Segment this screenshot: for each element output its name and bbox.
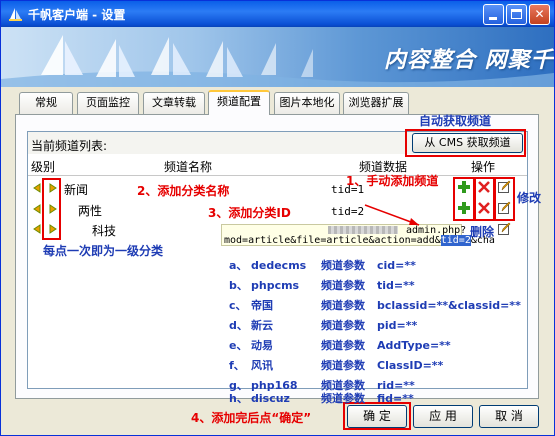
param-cms: 动易 bbox=[251, 339, 273, 352]
apply-button[interactable]: 应 用 bbox=[413, 405, 473, 428]
settings-window: 千帆客户端 - 设置 ✕ 内容整合 网聚千 常规 页面监控 文章转载 频道配置 … bbox=[0, 0, 555, 436]
cancel-button[interactable]: 取 消 bbox=[479, 405, 539, 428]
param-prefix: h、 bbox=[229, 392, 248, 405]
param-prefix: f、 bbox=[229, 359, 245, 372]
channel-list-label: 当前频道列表: bbox=[31, 139, 108, 153]
param-value: cid=** bbox=[377, 259, 416, 272]
annotation-delete: 删除 bbox=[470, 225, 495, 239]
tooltip-line-2: mod=article&file=article&action=add&tid=… bbox=[224, 235, 495, 246]
param-value: pid=** bbox=[377, 319, 418, 332]
annotation-arrow bbox=[364, 204, 420, 226]
param-label: 频道参数 bbox=[321, 279, 365, 292]
param-row: d、 新云 频道参数 pid=** bbox=[229, 317, 417, 333]
param-cms: 风讯 bbox=[251, 359, 273, 372]
param-row: a、 dedecms 频道参数 cid=** bbox=[229, 257, 416, 273]
param-label: 频道参数 bbox=[321, 319, 365, 332]
channel-name-cell[interactable]: 科技 bbox=[92, 222, 116, 239]
fetch-button-highlight bbox=[405, 129, 526, 157]
tab-label: 浏览器扩展 bbox=[348, 96, 404, 109]
param-label: 频道参数 bbox=[321, 339, 365, 352]
annotation-confirm-hint: 4、添加完后点“确定” bbox=[191, 411, 312, 425]
annotation-add-category-id: 3、添加分类ID bbox=[208, 206, 291, 220]
param-cms: discuz bbox=[251, 392, 290, 405]
column-name: 频道名称 bbox=[164, 160, 213, 174]
close-icon: ✕ bbox=[534, 7, 545, 21]
ok-button[interactable]: 确 定 bbox=[347, 405, 407, 428]
annotation-auto-fetch: 自动获取频道 bbox=[419, 114, 492, 128]
app-sail-icon bbox=[9, 8, 22, 21]
param-prefix: c、 bbox=[229, 299, 247, 312]
param-cms: 新云 bbox=[251, 319, 273, 332]
tab-channel-config[interactable]: 频道配置 bbox=[208, 90, 270, 115]
param-value: ClassID=** bbox=[377, 359, 444, 372]
tab-label: 常规 bbox=[35, 96, 57, 109]
tab-page-monitor[interactable]: 页面监控 bbox=[77, 92, 139, 114]
annotation-modify: 修改 bbox=[517, 191, 542, 205]
window-title: 千帆客户端 - 设置 bbox=[28, 8, 126, 22]
title-bar[interactable]: 千帆客户端 - 设置 ✕ bbox=[1, 1, 554, 27]
param-cms: 帝国 bbox=[251, 299, 273, 312]
param-prefix: e、 bbox=[229, 339, 248, 352]
channel-data-cell[interactable]: tid=2 bbox=[331, 205, 364, 218]
param-label: 频道参数 bbox=[321, 299, 365, 312]
param-value: AddType=** bbox=[377, 339, 451, 352]
channel-name-cell[interactable]: 新闻 bbox=[64, 181, 88, 198]
tab-general[interactable]: 常规 bbox=[19, 92, 73, 114]
minimize-icon bbox=[489, 17, 497, 20]
param-value: bclassid=**&classid=** bbox=[377, 299, 521, 312]
maximize-button[interactable] bbox=[506, 4, 527, 25]
column-ops: 操作 bbox=[471, 160, 496, 174]
param-label: 频道参数 bbox=[321, 392, 365, 405]
annotation-manual-add: 1、手动添加频道 bbox=[346, 174, 439, 188]
tab-browser-extension[interactable]: 浏览器扩展 bbox=[343, 92, 409, 114]
tab-article-repost[interactable]: 文章转载 bbox=[143, 92, 205, 114]
add-icons-highlight bbox=[453, 177, 475, 221]
param-cms: phpcms bbox=[251, 279, 300, 292]
banner-slogan: 内容整合 网聚千 bbox=[384, 48, 554, 73]
param-label: 频道参数 bbox=[321, 359, 365, 372]
param-row: h、 discuz 频道参数 fid=** bbox=[229, 390, 414, 406]
param-cms: dedecms bbox=[251, 259, 307, 272]
param-row: b、 phpcms 频道参数 tid=** bbox=[229, 277, 415, 293]
param-row: e、 动易 频道参数 AddType=** bbox=[229, 337, 451, 353]
tab-label: 文章转载 bbox=[152, 96, 196, 109]
banner: 内容整合 网聚千 bbox=[1, 27, 554, 87]
param-prefix: b、 bbox=[229, 279, 248, 292]
param-row: c、 帝国 频道参数 bclassid=**&classid=** bbox=[229, 297, 521, 313]
channel-name-cell[interactable]: 两性 bbox=[78, 202, 102, 219]
maximize-icon bbox=[511, 9, 522, 19]
level-arrows-highlight bbox=[42, 178, 61, 240]
edit-icons-highlight bbox=[493, 177, 515, 221]
param-value: tid=** bbox=[377, 279, 415, 292]
minimize-button[interactable] bbox=[483, 4, 504, 25]
tab-label: 频道配置 bbox=[217, 95, 261, 108]
param-row: f、 风讯 频道参数 ClassID=** bbox=[229, 357, 443, 373]
param-value: fid=** bbox=[377, 392, 414, 405]
column-level: 级别 bbox=[31, 160, 56, 174]
tooltip-url-highlight: tid=2 bbox=[440, 235, 471, 246]
annotation-first-level: 每点一次即为一级分类 bbox=[43, 244, 164, 258]
tooltip-url-prefix: mod=article&file=article&action=add& bbox=[224, 235, 441, 246]
tab-image-localize[interactable]: 图片本地化 bbox=[274, 92, 340, 114]
tab-label: 图片本地化 bbox=[279, 96, 335, 109]
annotation-add-category: 2、添加分类名称 bbox=[137, 184, 230, 198]
close-button[interactable]: ✕ bbox=[529, 4, 550, 25]
param-prefix: a、 bbox=[229, 259, 248, 272]
tab-label: 页面监控 bbox=[86, 96, 130, 109]
param-label: 频道参数 bbox=[321, 259, 365, 272]
header-divider bbox=[28, 175, 527, 176]
param-prefix: d、 bbox=[229, 319, 248, 332]
edit-icon[interactable] bbox=[497, 222, 511, 236]
